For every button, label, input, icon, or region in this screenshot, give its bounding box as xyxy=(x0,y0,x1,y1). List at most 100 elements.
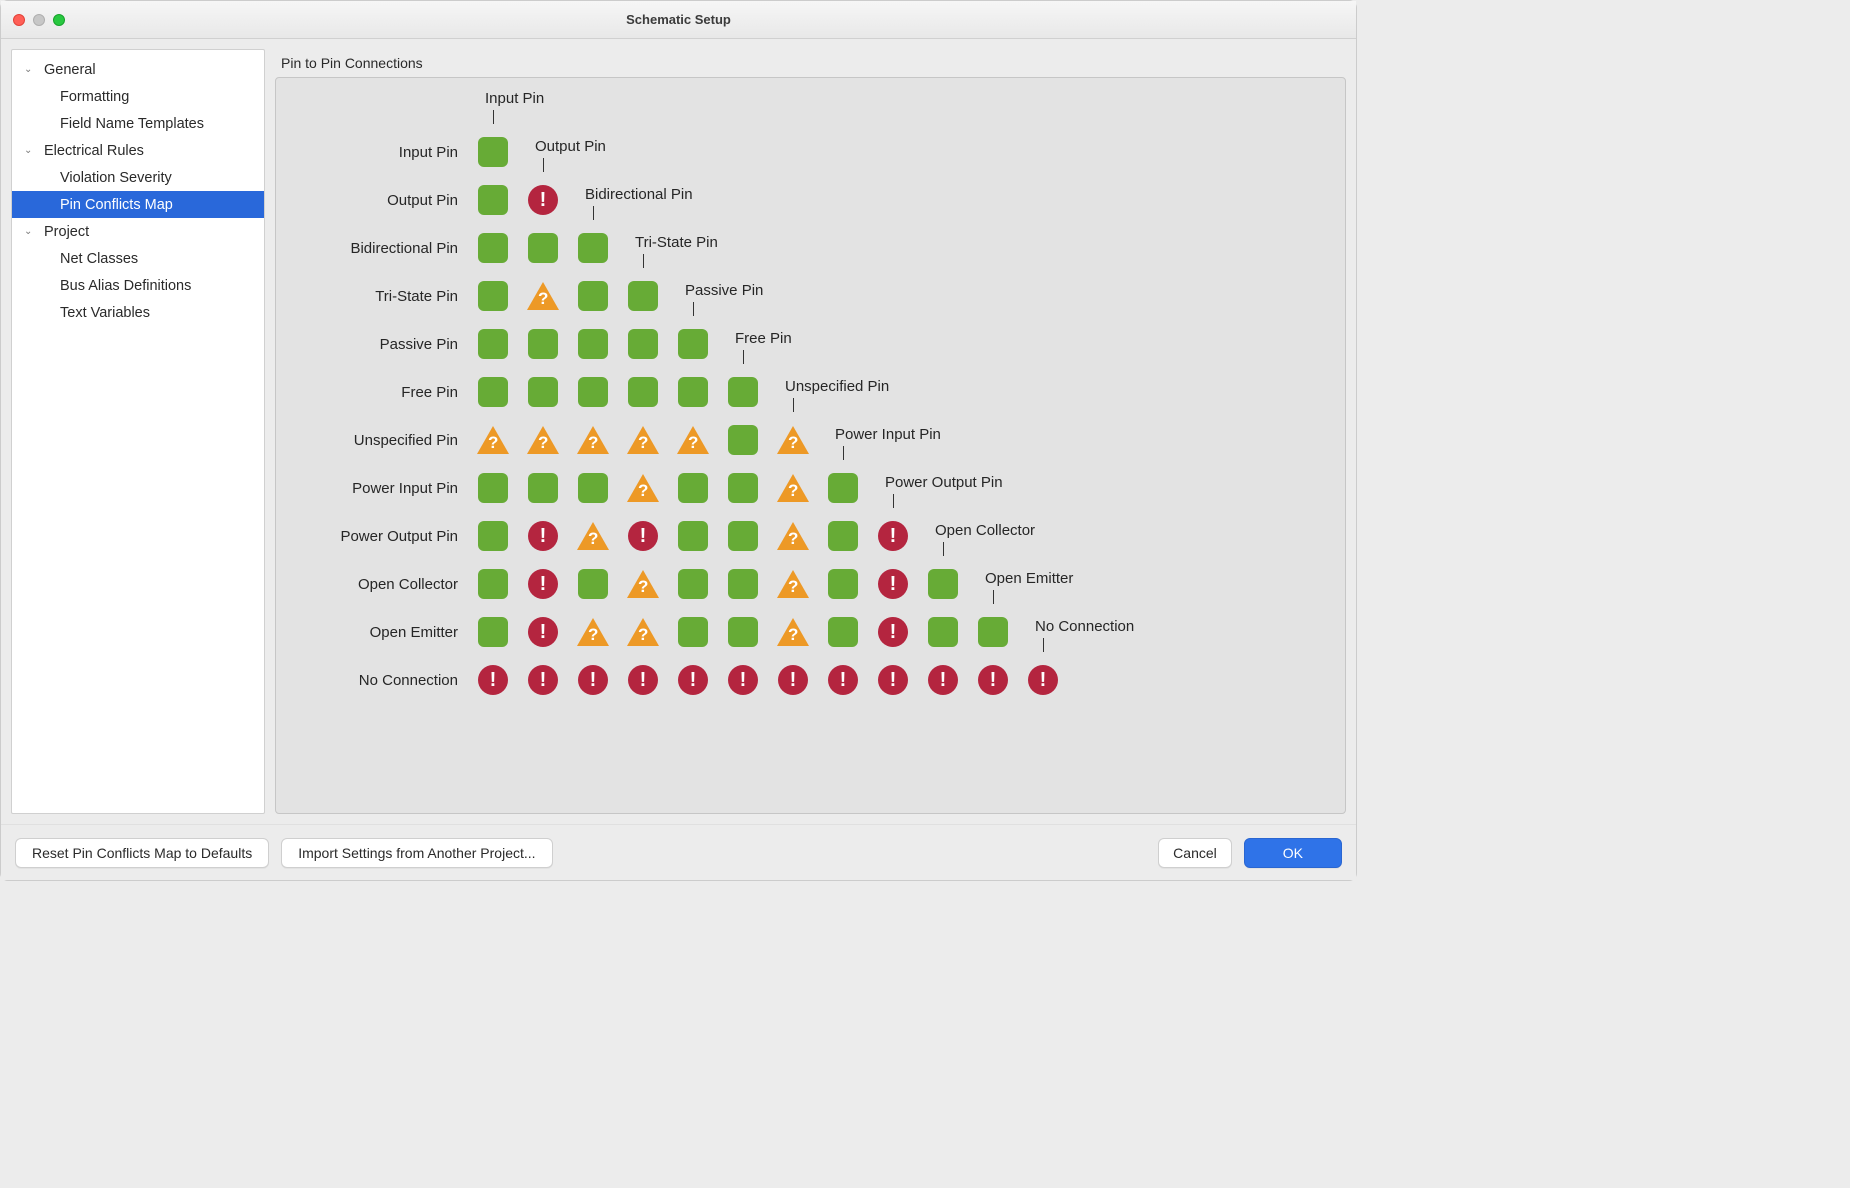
matrix-cell[interactable] xyxy=(476,615,510,649)
matrix-cell[interactable] xyxy=(526,375,560,409)
matrix-cell[interactable] xyxy=(676,327,710,361)
matrix-cell[interactable] xyxy=(826,615,860,649)
matrix-cell[interactable] xyxy=(526,567,560,601)
matrix-cell[interactable] xyxy=(726,423,760,457)
matrix-cell[interactable] xyxy=(476,279,510,313)
maximize-icon[interactable] xyxy=(53,14,65,26)
matrix-cell[interactable] xyxy=(1026,663,1060,697)
matrix-cell[interactable] xyxy=(626,519,660,553)
matrix-cell[interactable] xyxy=(476,135,510,169)
matrix-cell[interactable] xyxy=(726,519,760,553)
matrix-cell[interactable] xyxy=(626,663,660,697)
matrix-cell[interactable] xyxy=(726,375,760,409)
matrix-cell[interactable] xyxy=(626,471,660,505)
matrix-cell[interactable] xyxy=(976,615,1010,649)
sidebar-item-general[interactable]: ⌄General xyxy=(12,56,264,83)
matrix-cell[interactable] xyxy=(576,327,610,361)
matrix-cell[interactable] xyxy=(876,663,910,697)
matrix-cell[interactable] xyxy=(826,519,860,553)
matrix-cell[interactable] xyxy=(776,423,810,457)
matrix-cell[interactable] xyxy=(476,327,510,361)
matrix-cell[interactable] xyxy=(876,519,910,553)
matrix-cell[interactable] xyxy=(576,615,610,649)
matrix-cell[interactable] xyxy=(926,663,960,697)
matrix-cell[interactable] xyxy=(826,567,860,601)
matrix-cell[interactable] xyxy=(726,567,760,601)
matrix-cell[interactable] xyxy=(676,567,710,601)
matrix-cell[interactable] xyxy=(626,567,660,601)
matrix-cell[interactable] xyxy=(526,663,560,697)
ok-icon xyxy=(578,329,608,359)
matrix-cell[interactable] xyxy=(576,231,610,265)
matrix-cell[interactable] xyxy=(476,231,510,265)
matrix-cell[interactable] xyxy=(826,663,860,697)
sidebar-item-formatting[interactable]: Formatting xyxy=(12,83,264,110)
matrix-cell[interactable] xyxy=(926,615,960,649)
close-icon[interactable] xyxy=(13,14,25,26)
sidebar-item-pin-conflicts-map[interactable]: Pin Conflicts Map xyxy=(12,191,264,218)
matrix-cell[interactable] xyxy=(526,423,560,457)
matrix-cell[interactable] xyxy=(676,423,710,457)
matrix-cell[interactable] xyxy=(476,423,510,457)
matrix-cell[interactable] xyxy=(626,615,660,649)
matrix-cell[interactable] xyxy=(676,615,710,649)
matrix-cell[interactable] xyxy=(976,663,1010,697)
sidebar-item-violation-severity[interactable]: Violation Severity xyxy=(12,164,264,191)
sidebar-item-bus-alias-definitions[interactable]: Bus Alias Definitions xyxy=(12,272,264,299)
col-header-tick xyxy=(543,158,544,172)
sidebar-item-project[interactable]: ⌄Project xyxy=(12,218,264,245)
matrix-cell[interactable] xyxy=(476,375,510,409)
matrix-cell[interactable] xyxy=(476,471,510,505)
matrix-cell[interactable] xyxy=(626,279,660,313)
sidebar-item-field-name-templates[interactable]: Field Name Templates xyxy=(12,110,264,137)
matrix-cell[interactable] xyxy=(626,423,660,457)
matrix-cell[interactable] xyxy=(726,615,760,649)
matrix-cell[interactable] xyxy=(576,663,610,697)
row-header-label: Output Pin xyxy=(300,192,476,209)
matrix-cell[interactable] xyxy=(526,615,560,649)
matrix-cell[interactable] xyxy=(776,615,810,649)
matrix-cell[interactable] xyxy=(626,375,660,409)
matrix-cell[interactable] xyxy=(526,471,560,505)
matrix-cell[interactable] xyxy=(526,231,560,265)
sidebar-item-text-variables[interactable]: Text Variables xyxy=(12,299,264,326)
error-icon xyxy=(528,185,558,215)
matrix-cell[interactable] xyxy=(526,519,560,553)
matrix-cell[interactable] xyxy=(726,471,760,505)
matrix-cell[interactable] xyxy=(676,375,710,409)
matrix-cell[interactable] xyxy=(776,567,810,601)
matrix-cell[interactable] xyxy=(876,567,910,601)
matrix-cell[interactable] xyxy=(776,519,810,553)
sidebar-item-electrical-rules[interactable]: ⌄Electrical Rules xyxy=(12,137,264,164)
ok-icon xyxy=(728,425,758,455)
cancel-button[interactable]: Cancel xyxy=(1158,838,1232,868)
matrix-cell[interactable] xyxy=(576,279,610,313)
matrix-cell[interactable] xyxy=(776,471,810,505)
matrix-cell[interactable] xyxy=(876,615,910,649)
matrix-cell[interactable] xyxy=(776,663,810,697)
matrix-cell[interactable] xyxy=(476,519,510,553)
matrix-cell[interactable] xyxy=(526,327,560,361)
matrix-cell[interactable] xyxy=(576,567,610,601)
matrix-cell[interactable] xyxy=(926,567,960,601)
matrix-cell[interactable] xyxy=(526,279,560,313)
matrix-cell[interactable] xyxy=(576,375,610,409)
matrix-cell[interactable] xyxy=(526,183,560,217)
matrix-cell[interactable] xyxy=(476,567,510,601)
matrix-cell[interactable] xyxy=(626,327,660,361)
ok-icon xyxy=(678,521,708,551)
matrix-cell[interactable] xyxy=(726,663,760,697)
matrix-cell[interactable] xyxy=(676,519,710,553)
matrix-cell[interactable] xyxy=(676,471,710,505)
matrix-cell[interactable] xyxy=(576,423,610,457)
matrix-cell[interactable] xyxy=(476,183,510,217)
matrix-cell[interactable] xyxy=(576,519,610,553)
matrix-cell[interactable] xyxy=(826,471,860,505)
reset-defaults-button[interactable]: Reset Pin Conflicts Map to Defaults xyxy=(15,838,269,868)
matrix-cell[interactable] xyxy=(676,663,710,697)
matrix-cell[interactable] xyxy=(576,471,610,505)
import-settings-button[interactable]: Import Settings from Another Project... xyxy=(281,838,552,868)
matrix-cell[interactable] xyxy=(476,663,510,697)
ok-button[interactable]: OK xyxy=(1244,838,1342,868)
sidebar-item-net-classes[interactable]: Net Classes xyxy=(12,245,264,272)
